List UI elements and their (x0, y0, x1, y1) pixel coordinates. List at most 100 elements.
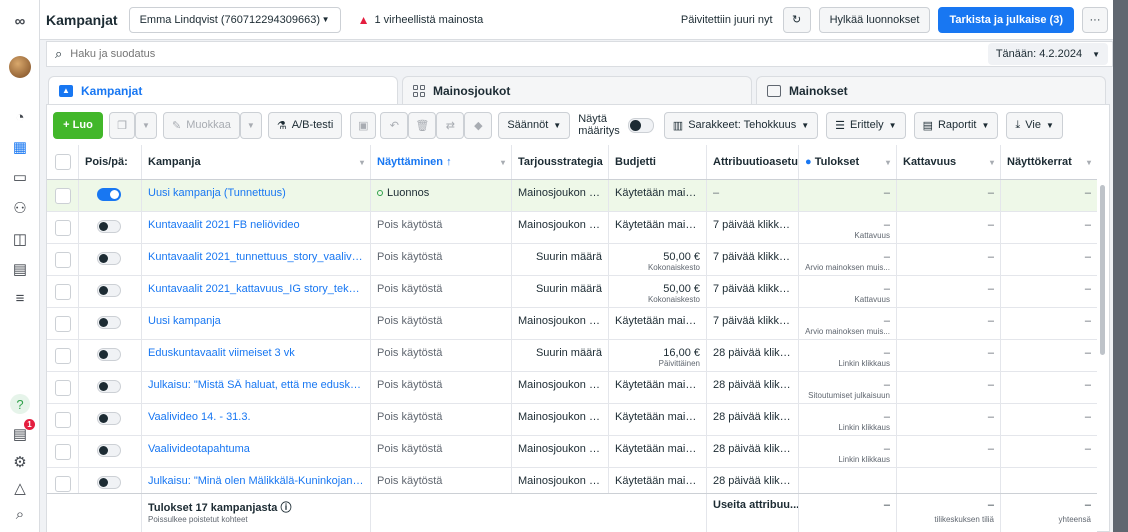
table-row[interactable]: Vaalivideo 14. - 31.3. Pois käytöstä Maino… (47, 404, 1097, 436)
col-impressions[interactable]: Näyttökerrat ▾ (1001, 145, 1097, 179)
row-checkbox[interactable] (55, 252, 71, 268)
notifications-icon[interactable]: ▤ 1 (9, 419, 35, 445)
discard-drafts-button[interactable]: Hylkää luonnokset (818, 6, 931, 33)
date-range-picker[interactable]: Tänään: 4.2.2024 ▼ (987, 43, 1108, 65)
audiences-icon[interactable]: ⚇ (9, 197, 31, 219)
campaign-name-link[interactable]: Uusi kampanja (Tunnettuus) (148, 187, 364, 199)
campaign-name-link[interactable]: Eduskuntavaalit viimeiset 3 vk (148, 347, 364, 359)
tab-ads[interactable]: Mainokset (756, 76, 1106, 104)
row-checkbox[interactable] (55, 348, 71, 364)
columns-dropdown[interactable]: ▥ Sarakkeet: Tehokkuus ▼ (663, 111, 819, 139)
search-icon[interactable]: ⌕ (9, 503, 31, 525)
create-button[interactable]: + Luo (53, 111, 103, 139)
search-filter-bar[interactable]: ⌕ Tänään: 4.2.2024 ▼ (46, 41, 1113, 67)
dashboard-icon[interactable]: ◔ (9, 106, 31, 128)
catalog-icon[interactable]: ◫ (9, 228, 31, 250)
delete-button[interactable]: 🗑 (408, 111, 437, 139)
undo-button[interactable]: ↶ (380, 111, 409, 139)
col-campaign[interactable]: Kampanja ▾ (142, 145, 371, 179)
tab-ad-sets[interactable]: Mainosjoukot (402, 76, 752, 104)
col-budget[interactable]: Budjetti (609, 145, 707, 179)
campaign-name-link[interactable]: Julkaisu: "Minä olen Mälikkälä-Kuninkoja… (148, 475, 364, 487)
campaign-toggle[interactable] (97, 348, 121, 361)
table-row[interactable]: Eduskuntavaalit viimeiset 3 vk Pois käytö… (47, 340, 1097, 372)
campaign-toggle[interactable] (97, 316, 121, 329)
menu-icon[interactable]: ≡ (9, 287, 31, 309)
alerts-bell-icon[interactable]: △ (9, 477, 31, 499)
avatar[interactable] (9, 56, 31, 78)
chevron-down-icon: ▼ (553, 120, 562, 130)
review-publish-button[interactable]: Tarkista ja julkaise (3) (938, 6, 1074, 33)
budget-type: Kokonaiskesto (647, 263, 700, 272)
row-checkbox[interactable] (55, 476, 71, 492)
row-checkbox[interactable] (55, 220, 71, 236)
table-row[interactable]: Vaalivideotapahtuma Pois käytöstä Mainosjo… (47, 436, 1097, 468)
table-row[interactable]: Julkaisu: "Mistä SÄ haluat, että me edus… (47, 372, 1097, 404)
col-attribution[interactable]: Attribuutioasetu (707, 145, 799, 179)
campaign-toggle[interactable] (97, 380, 121, 393)
campaign-name-link[interactable]: Kuntavaalit 2021_tunnettuus_story_vaaliv… (148, 251, 364, 263)
col-reach[interactable]: Kattavuus ▾ (897, 145, 1001, 179)
breakdown-dropdown[interactable]: ☰ Erittely ▼ (826, 111, 906, 139)
reports-icon[interactable]: ▤ (9, 258, 31, 280)
row-checkbox[interactable] (55, 444, 71, 460)
rules-dropdown[interactable]: Säännöt ▼ (498, 111, 571, 139)
more-options-button[interactable]: ··· (1082, 6, 1108, 33)
edit-dropdown[interactable]: ▼ (239, 111, 262, 139)
row-checkbox[interactable] (55, 412, 71, 428)
duplicate-button[interactable]: ❐ (109, 111, 135, 139)
campaign-name-link[interactable]: Vaalivideotapahtuma (148, 443, 364, 455)
row-checkbox[interactable] (55, 316, 71, 332)
table-row[interactable]: Kuntavaalit 2021_kattavuus_IG story_teks… (47, 276, 1097, 308)
table-row[interactable]: Kuntavaalit 2021_tunnettuus_story_vaaliv… (47, 244, 1097, 276)
pages-icon[interactable]: ▭ (9, 166, 31, 188)
settings-icon[interactable]: ⚙ (9, 451, 31, 473)
bid-strategy: Mainosjoukon ta... (518, 443, 602, 455)
campaign-toggle[interactable] (97, 252, 121, 265)
clipboard-button[interactable]: ▣ (350, 111, 377, 139)
ad-error-warning[interactable]: ▲ 1 virheellistä mainosta (358, 13, 484, 27)
campaign-toggle[interactable] (97, 444, 121, 457)
move-button[interactable]: ⇄ (436, 111, 465, 139)
reach-value: – (987, 283, 994, 295)
campaign-name-link[interactable]: Kuntavaalit 2021_kattavuus_IG story_teks… (148, 283, 364, 295)
tab-campaigns[interactable]: ▲ Kampanjat (48, 76, 398, 104)
table-row[interactable]: Kuntavaalit 2021 FB neliövideo Pois käytö… (47, 212, 1097, 244)
table-row[interactable]: Uusi kampanja Pois käytöstä Mainosjoukon t… (47, 308, 1097, 340)
tag-button[interactable]: ◆ (464, 111, 493, 139)
show-settings-toggle[interactable] (627, 117, 654, 133)
campaign-toggle[interactable] (97, 284, 121, 297)
ab-test-button[interactable]: ⚗ A/B-testi (267, 111, 343, 139)
col-onoff[interactable]: Pois/pä: (79, 145, 142, 179)
campaign-name-link[interactable]: Uusi kampanja (148, 315, 364, 327)
row-checkbox[interactable] (55, 284, 71, 300)
col-results[interactable]: ● Tulokset ▾ (799, 145, 897, 179)
campaign-toggle[interactable] (97, 412, 121, 425)
meta-logo-icon[interactable]: ∞ (9, 10, 31, 32)
campaign-name-link[interactable]: Julkaisu: "Mistä SÄ haluat, että me edus… (148, 379, 364, 391)
campaigns-table-icon[interactable]: ▦ (9, 136, 31, 158)
campaign-toggle[interactable] (97, 476, 121, 489)
campaign-name-link[interactable]: Vaalivideo 14. - 31.3. (148, 411, 364, 423)
duplicate-dropdown[interactable]: ▼ (135, 111, 157, 139)
export-dropdown[interactable]: ⤓ Vie ▼ (1006, 111, 1063, 139)
campaign-toggle[interactable] (97, 220, 121, 233)
campaign-name-link[interactable]: Kuntavaalit 2021 FB neliövideo (148, 219, 364, 231)
row-checkbox[interactable] (55, 380, 71, 396)
reports-dropdown[interactable]: ▤ Raportit ▼ (913, 111, 999, 139)
attribution-setting: 7 päivää klikka... (713, 219, 792, 231)
select-all-checkbox[interactable] (55, 154, 71, 170)
edit-button[interactable]: ✎ Muokkaa (163, 111, 240, 139)
budget-value: Käytetään maino... (615, 315, 700, 327)
col-delivery[interactable]: Näyttäminen ↑ ▾ (371, 145, 512, 179)
search-input[interactable] (70, 48, 571, 60)
help-icon[interactable]: ? (9, 393, 31, 415)
account-selector[interactable]: Emma Lindqvist (760712294309663) ▼ (128, 6, 341, 33)
refresh-button[interactable]: ↻ (782, 6, 811, 33)
row-checkbox[interactable] (55, 188, 71, 204)
campaign-toggle[interactable] (97, 188, 121, 201)
table-row[interactable]: Uusi kampanja (Tunnettuus) Luonnos Mainosj… (47, 180, 1097, 212)
col-bid-strategy[interactable]: Tarjousstrategia (512, 145, 609, 179)
table-scrollbar[interactable] (1100, 185, 1105, 355)
left-nav-rail: ∞ ◔ ▦ ▭ ⚇ ◫ ▤ ≡ ? ▤ 1 ⚙ △ ⌕ (0, 0, 40, 532)
